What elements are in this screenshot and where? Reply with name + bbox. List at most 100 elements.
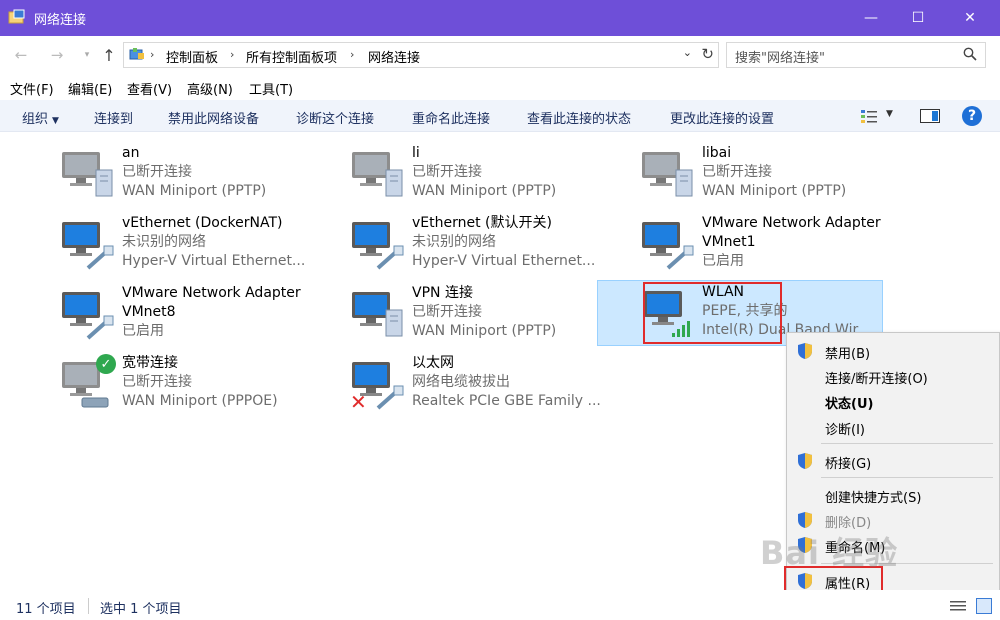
breadcrumb-control-panel[interactable]: 控制面板 [166,47,218,66]
breadcrumb-separator[interactable]: › [350,48,354,61]
menu-item-status[interactable]: 状态(U) [787,389,1000,413]
connection-status: VMnet8 [122,304,176,320]
menu-item-bridge[interactable]: 桥接(G) [787,449,1000,473]
menu-item-label: 禁用(B) [825,347,871,362]
breadcrumb-all-items[interactable]: 所有控制面板项 [246,47,337,66]
connection-item[interactable]: ✕ 以太网 网络电缆被拔出 Realtek PCIe GBE Family ..… [350,352,634,418]
view-status-button[interactable]: 查看此连接的状态 [527,108,631,127]
breadcrumb-separator[interactable]: › [230,48,234,61]
rename-button[interactable]: 重命名此连接 [412,108,490,127]
connect-to-button[interactable]: 连接到 [94,108,133,127]
recent-locations-chevron-icon[interactable]: ▾ [76,44,98,66]
connection-device: Hyper-V Virtual Ethernet... [122,253,306,269]
connection-item[interactable]: VPN 连接 已断开连接 WAN Miniport (PPTP) [350,282,634,348]
vpn-icon [62,152,113,197]
shield-icon [798,343,812,359]
chevron-down-icon: ▼ [52,116,59,126]
forward-button[interactable]: → [46,44,68,66]
connection-name: VMware Network Adapter [122,285,301,301]
connection-name: VMware Network Adapter [702,215,881,231]
view-options-chevron-icon[interactable]: ▼ [886,109,893,119]
menu-advanced[interactable]: 高级(N) [187,79,233,98]
menu-item-create-shortcut[interactable]: 创建快捷方式(S) [787,483,1000,507]
shield-icon [798,453,812,469]
menu-item-connect[interactable]: 连接/断开连接(O) [787,364,1000,388]
menu-item-label: 状态(U) [825,397,874,412]
connection-name: libai [702,145,732,161]
connection-device: WAN Miniport (PPTP) [702,183,847,199]
connection-status: 网络电缆被拔出 [412,374,510,390]
address-row: ← → ▾ ↑ › 控制面板 › 所有控制面板项 › 网络连接 ⌄ ↻ 搜索"网… [0,36,1000,74]
disable-device-button[interactable]: 禁用此网络设备 [168,108,259,127]
connection-status: 已断开连接 [702,164,772,180]
search-input[interactable]: 搜索"网络连接" [726,42,986,68]
change-settings-button[interactable]: 更改此连接的设置 [670,108,774,127]
connection-item[interactable]: ✓ 宽带连接 已断开连接 WAN Miniport (PPPOE) [60,352,344,418]
preview-pane-icon[interactable] [920,109,940,123]
connection-device: Hyper-V Virtual Ethernet... [412,253,596,269]
connection-status: 已断开连接 [412,164,482,180]
command-bar: 组织 ▼ 连接到 禁用此网络设备 诊断这个连接 重命名此连接 查看此连接的状态 更… [0,100,1000,132]
title-bar: 网络连接 — ☐ ✕ [0,0,1000,36]
connection-name: vEthernet (DockerNAT) [122,215,283,231]
highlight-box [643,282,782,344]
connection-item[interactable]: vEthernet (DockerNAT) 未识别的网络 Hyper-V Vir… [60,212,344,278]
connection-item[interactable]: li 已断开连接 WAN Miniport (PPTP) [350,142,634,208]
menu-edit[interactable]: 编辑(E) [68,79,112,98]
menu-separator [821,443,993,444]
connection-device: 已启用 [122,323,164,339]
connection-status: 已断开连接 [122,374,192,390]
refresh-icon[interactable]: ↻ [701,45,714,63]
connection-name: vEthernet (默认开关) [412,215,552,231]
details-view-icon[interactable] [950,600,966,612]
menu-tools[interactable]: 工具(T) [249,79,293,98]
connection-item[interactable]: an 已断开连接 WAN Miniport (PPTP) [60,142,344,208]
menu-bar: 文件(F) 编辑(E) 查看(V) 高级(N) 工具(T) [0,74,1000,100]
connection-item[interactable]: libai 已断开连接 WAN Miniport (PPTP) [640,142,924,208]
menu-item-label: 连接/断开连接(O) [825,372,928,387]
address-bar[interactable]: › 控制面板 › 所有控制面板项 › 网络连接 ⌄ ↻ [123,42,719,68]
back-button[interactable]: ← [10,44,32,66]
breadcrumb-separator[interactable]: › [150,48,154,61]
menu-view[interactable]: 查看(V) [127,79,172,98]
address-dropdown-icon[interactable]: ⌄ [683,46,692,59]
vpn-icon [352,292,403,337]
organize-button[interactable]: 组织 ▼ [22,108,59,127]
connection-device: WAN Miniport (PPTP) [122,183,267,199]
menu-item-diagnose[interactable]: 诊断(I) [787,415,1000,439]
search-icon[interactable] [963,47,977,61]
selected-count: 选中 1 个项目 [100,602,182,617]
maximize-button[interactable]: ☐ [895,0,941,36]
menu-item-disable[interactable]: 禁用(B) [787,339,1000,363]
breadcrumb-network-connections[interactable]: 网络连接 [368,47,420,66]
connection-item[interactable]: VMware Network Adapter VMnet8 已启用 [60,282,344,348]
diagnose-button[interactable]: 诊断这个连接 [296,108,374,127]
watermark: Bai 经验 [760,534,899,572]
connection-status: 未识别的网络 [412,234,496,250]
connection-name: li [412,145,420,161]
ethernet-icon [62,292,114,340]
up-button[interactable]: ↑ [98,44,120,66]
minimize-button[interactable]: — [848,0,894,36]
control-panel-icon [129,48,144,60]
vpn-icon [642,152,693,197]
menu-item-label: 创建快捷方式(S) [825,491,922,506]
close-button[interactable]: ✕ [947,0,993,36]
connection-name: 以太网 [412,355,454,371]
network-folder-icon [8,9,25,24]
ethernet-icon [352,222,404,270]
shield-icon [798,512,812,528]
connection-device: WAN Miniport (PPPOE) [122,393,278,409]
help-icon[interactable]: ? [962,106,982,126]
menu-item-label: 诊断(I) [825,423,865,438]
menu-file[interactable]: 文件(F) [10,79,54,98]
tiles-view-icon[interactable] [976,598,992,614]
connection-status: 未识别的网络 [122,234,206,250]
connection-item[interactable]: VMware Network Adapter VMnet1 已启用 [640,212,924,278]
search-placeholder: 搜索"网络连接" [735,51,825,66]
connection-device: Realtek PCIe GBE Family ... [412,393,601,409]
status-bar: 11 个项目 选中 1 个项目 [0,590,1000,620]
connection-status: VMnet1 [702,234,756,250]
connection-item[interactable]: vEthernet (默认开关) 未识别的网络 Hyper-V Virtual … [350,212,634,278]
change-view-icon[interactable] [860,108,878,124]
